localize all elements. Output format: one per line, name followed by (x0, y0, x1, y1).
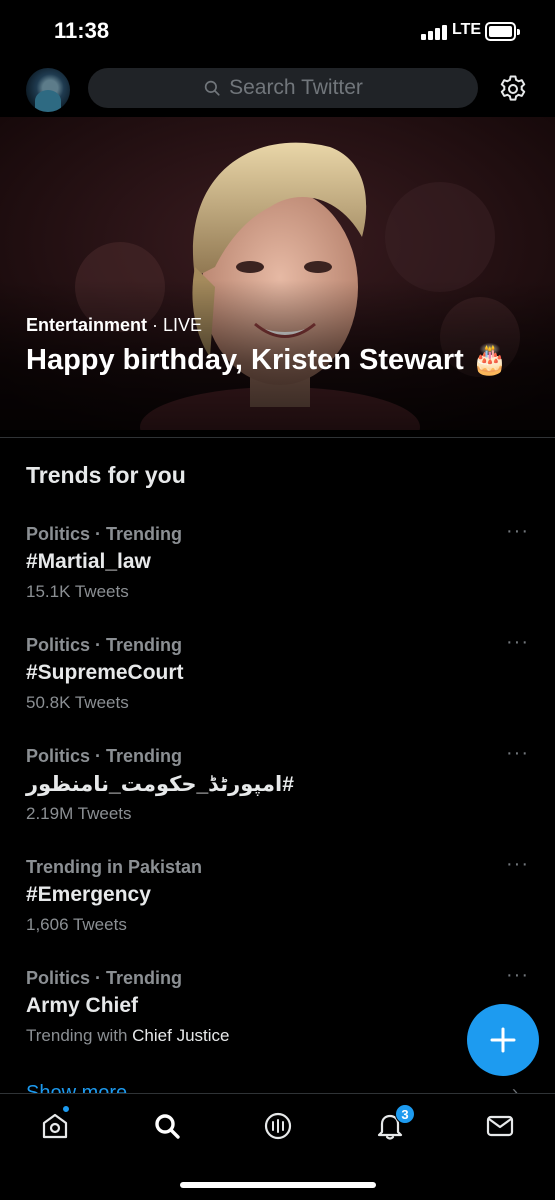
home-indicator (180, 1182, 376, 1188)
trends-heading: Trends for you (26, 462, 186, 488)
status-time: 11:38 (54, 18, 110, 43)
trend-context: Politics · Trending (26, 524, 183, 544)
trend-name: Army Chief (26, 994, 139, 1017)
trend-count: 50.8K Tweets (26, 693, 129, 712)
trend-count: 15.1K Tweets (26, 582, 129, 601)
trend-count: 1,606 Tweets (26, 915, 127, 934)
spaces-icon[interactable] (262, 1110, 294, 1142)
trend-count: 2.19M Tweets (26, 804, 132, 823)
trend-context: Trending in Pakistan (26, 857, 203, 877)
gear-icon[interactable] (497, 73, 529, 105)
trend-item[interactable]: Politics · Trending #امپورٹڈ_حکومت_نامنظ… (0, 743, 555, 851)
trend-with-label: Trending with (26, 1026, 133, 1045)
hero-meta: Entertainment · LIVE (26, 315, 202, 336)
hero-category: Entertainment (26, 315, 148, 335)
trend-item[interactable]: Politics · Trending #SupremeCourt 50.8K … (0, 632, 555, 740)
plus-icon (490, 1027, 516, 1053)
hero-event-card[interactable]: Entertainment · LIVE Happy birthday, Kri… (0, 117, 555, 430)
more-options-icon[interactable]: ··· (506, 521, 529, 541)
trend-name: #SupremeCourt (26, 661, 184, 684)
trend-with-topic: Chief Justice (132, 1026, 230, 1045)
home-new-dot (62, 1105, 70, 1113)
search-icon (204, 80, 220, 96)
notifications-badge: 3 (395, 1104, 415, 1124)
network-type: LTE (452, 21, 482, 38)
status-bar: 11:38 LTE (0, 0, 555, 62)
hero-separator: · (147, 315, 164, 335)
search-placeholder: Search Twitter (229, 76, 363, 99)
signal-icon (421, 24, 447, 40)
trend-context: Politics · Trending (26, 746, 183, 766)
more-options-icon[interactable]: ··· (506, 743, 529, 763)
trend-count: Trending with Chief Justice (26, 1026, 229, 1046)
hero-live-status: LIVE (163, 315, 203, 335)
compose-tweet-button[interactable] (467, 1004, 539, 1076)
trend-context: Politics · Trending (26, 968, 183, 988)
more-options-icon[interactable]: ··· (506, 965, 529, 985)
battery-icon (485, 22, 520, 41)
section-divider (0, 437, 555, 438)
mail-icon[interactable] (484, 1110, 516, 1142)
twitter-explore-screen: 11:38 LTE Search Twitter Entertainment ·… (0, 0, 555, 1200)
more-options-icon[interactable]: ··· (506, 854, 529, 874)
home-icon[interactable] (39, 1110, 71, 1142)
trend-context: Politics · Trending (26, 635, 183, 655)
more-options-icon[interactable]: ··· (506, 632, 529, 652)
trend-item[interactable]: Trending in Pakistan #Emergency 1,606 Tw… (0, 854, 555, 962)
trend-name: #Emergency (26, 883, 151, 906)
trend-name: #Martial_law (26, 550, 151, 573)
hero-title: Happy birthday, Kristen Stewart 🎂 (26, 344, 508, 376)
search-input[interactable]: Search Twitter (88, 68, 478, 108)
trend-item[interactable]: Politics · Trending #Martial_law 15.1K T… (0, 521, 555, 629)
avatar[interactable] (26, 68, 70, 112)
search-icon[interactable] (151, 1110, 183, 1142)
trend-name: #امپورٹڈ_حکومت_نامنظور (26, 773, 294, 796)
